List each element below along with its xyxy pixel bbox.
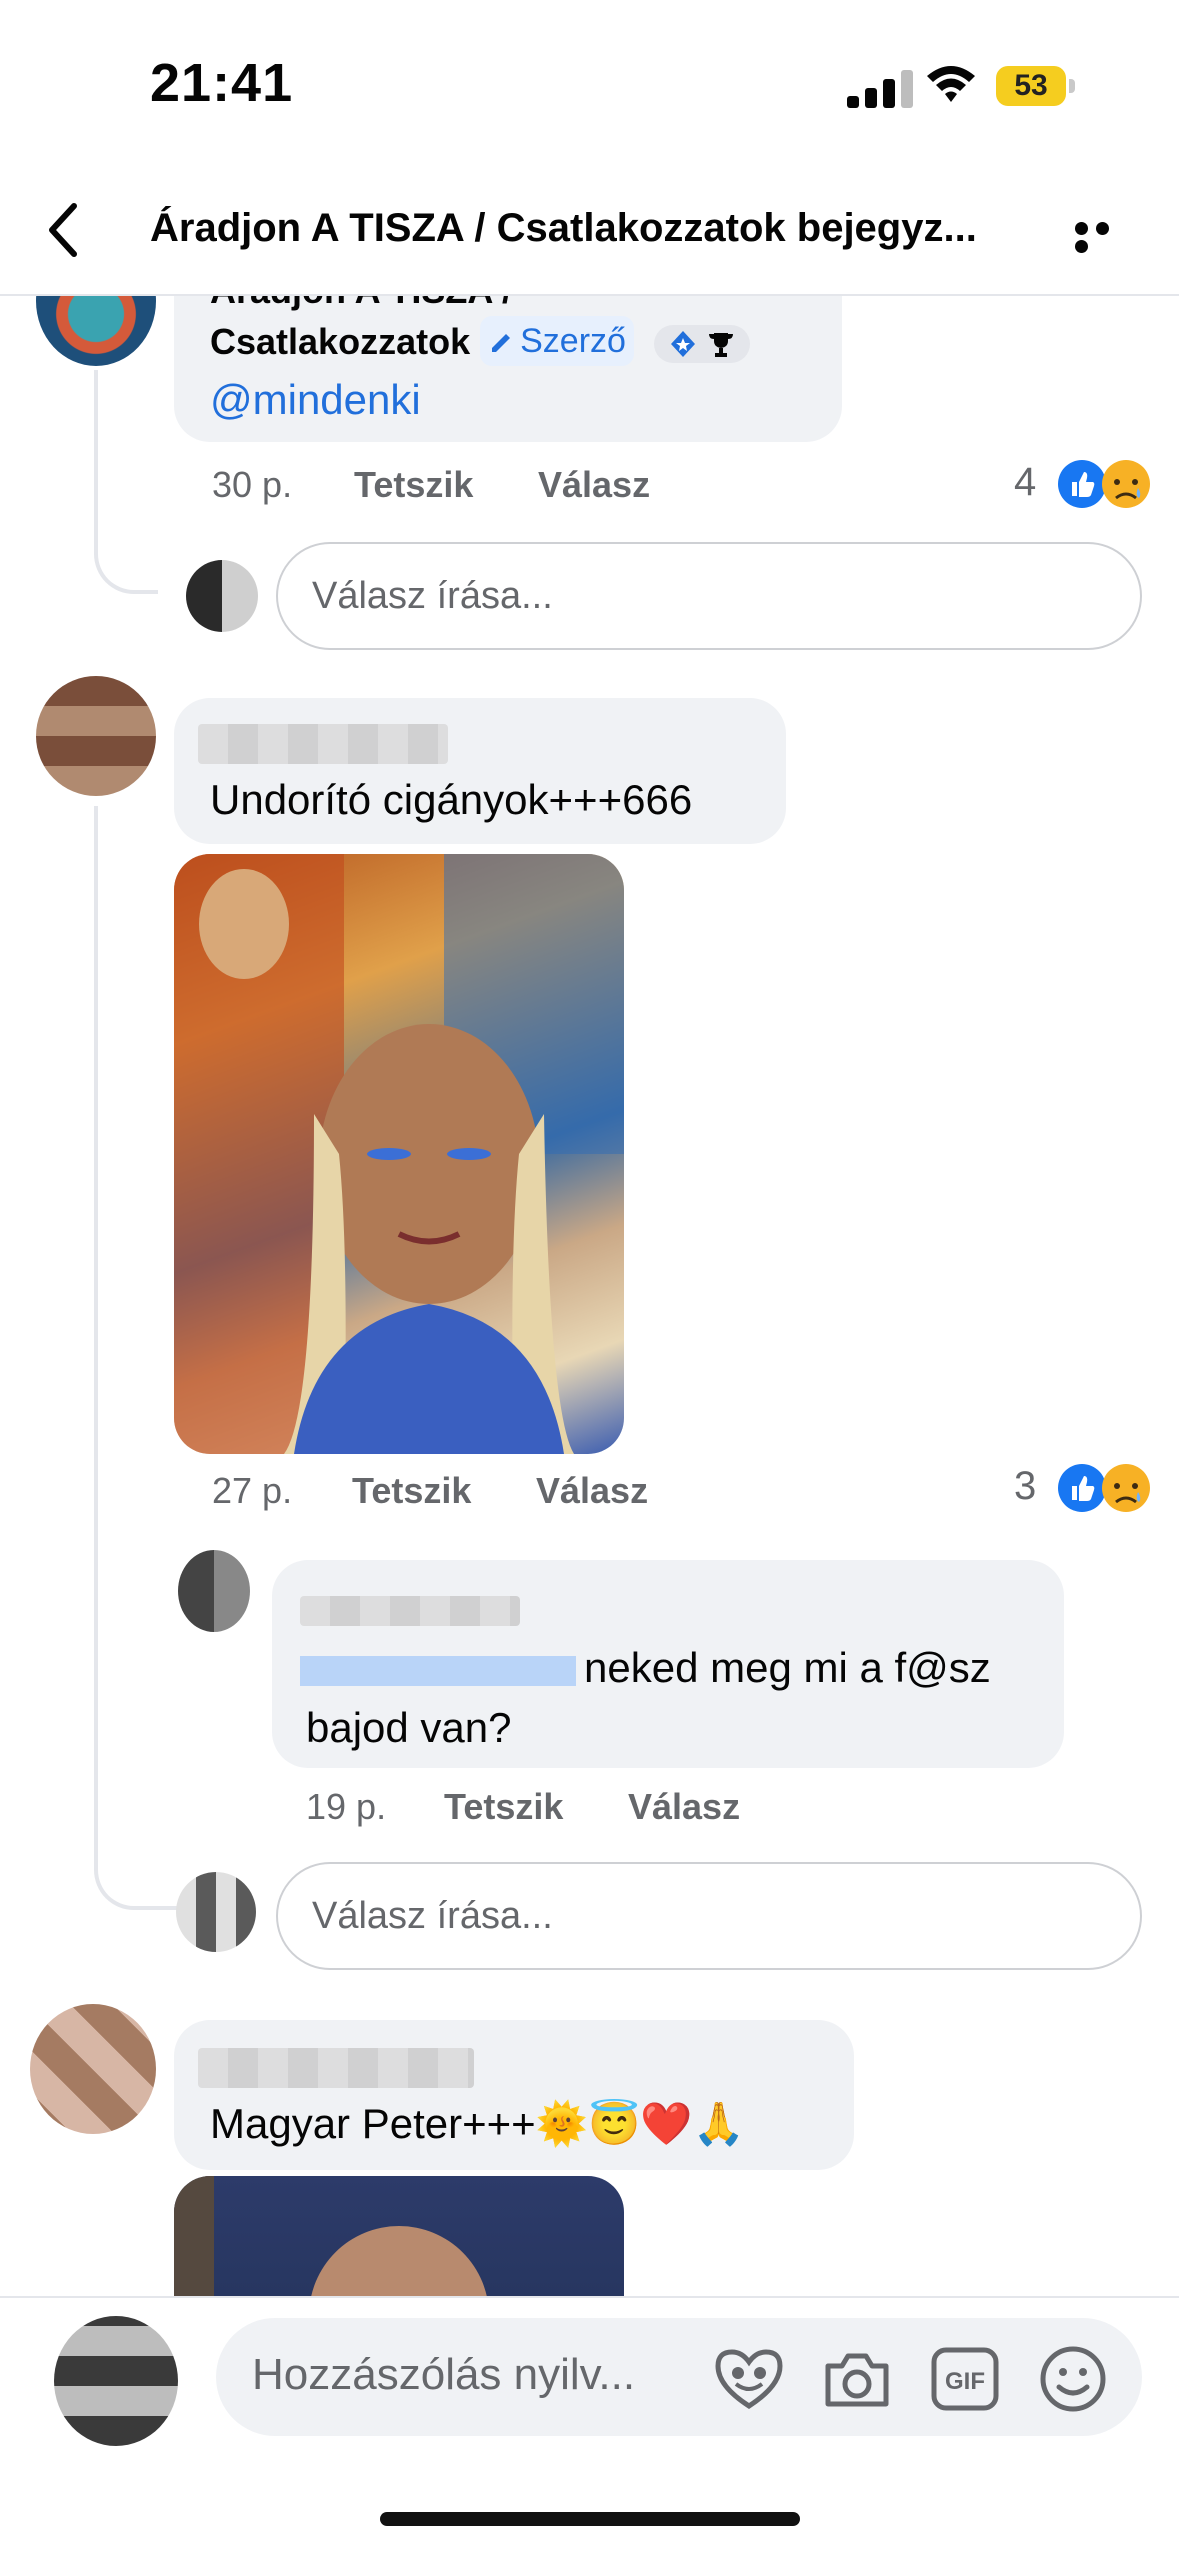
reply-text: neked meg mi a f@sz	[300, 1638, 991, 1698]
reply-input[interactable]: Válasz írása...	[276, 1862, 1142, 1970]
comments-list: Áradjon A TISZA / Csatlakozzatok Szerző …	[0, 296, 1179, 2296]
mention-link[interactable]	[300, 1655, 576, 1686]
reply-button[interactable]: Válasz	[628, 1786, 740, 1828]
reaction-count[interactable]: 3	[1014, 1464, 1036, 1509]
comment-image[interactable]	[174, 2176, 624, 2296]
more-icon[interactable]	[1075, 222, 1137, 253]
reply-bubble[interactable]: neked meg mi a f@sz bajod van?	[272, 1560, 1064, 1768]
avatar[interactable]	[30, 2004, 156, 2134]
reply-time: 19 p.	[306, 1786, 387, 1827]
emoji-icon[interactable]	[1038, 2344, 1108, 2414]
star-badge-icon	[670, 331, 695, 358]
gif-icon[interactable]: GIF	[930, 2346, 1000, 2412]
page-title: Áradjon A TISZA / Csatlakozzatok bejegyz…	[150, 206, 977, 250]
svg-text:GIF: GIF	[945, 2368, 985, 2395]
comment-bubble[interactable]: Undorító cigányok+++666	[174, 698, 786, 844]
status-time: 21:41	[150, 53, 294, 113]
my-avatar	[54, 2316, 178, 2446]
mention-link[interactable]: @mindenki	[210, 370, 421, 430]
comment-bubble[interactable]: Áradjon A TISZA / Csatlakozzatok Szerző …	[174, 296, 842, 442]
reply-input[interactable]: Válasz írása...	[276, 542, 1142, 650]
comment-bubble[interactable]: Magyar Peter+++🌞😇❤️🙏	[174, 2020, 854, 2170]
like-button[interactable]: Tetszik	[354, 464, 473, 506]
comment-time: 30 p.	[212, 464, 293, 505]
avatar-frame-icon[interactable]	[712, 2346, 786, 2410]
reply-author[interactable]	[300, 1596, 520, 1626]
comment-author[interactable]	[198, 2048, 474, 2088]
comment-time: 27 p.	[212, 1470, 293, 1511]
comment-text: Undorító cigányok+++666	[210, 776, 693, 823]
trophy-icon	[708, 333, 733, 358]
home-indicator	[380, 2512, 800, 2526]
reply-button[interactable]: Válasz	[538, 464, 650, 506]
sad-icon	[1102, 1464, 1150, 1512]
thread-line	[94, 806, 178, 1910]
camera-icon[interactable]	[822, 2350, 892, 2410]
avatar[interactable]	[36, 676, 156, 796]
pencil-icon	[492, 334, 511, 352]
wifi-icon	[927, 66, 975, 102]
comment-author[interactable]: Áradjon A TISZA /	[210, 296, 512, 316]
battery-level: 53	[996, 66, 1066, 106]
back-icon[interactable]	[44, 200, 84, 260]
photo-content	[174, 2176, 487, 2296]
comment-input-placeholder[interactable]: Hozzászólás nyilv...	[252, 2350, 635, 2400]
reply-text-line2: bajod van?	[306, 1704, 512, 1751]
avatar[interactable]	[178, 1550, 250, 1632]
thread-line	[94, 370, 158, 594]
photo-content	[174, 854, 624, 1454]
reaction-icons[interactable]	[1056, 456, 1156, 512]
sad-icon	[1102, 460, 1150, 508]
comment-image[interactable]	[174, 854, 624, 1454]
like-button[interactable]: Tetszik	[444, 1786, 563, 1828]
reaction-icons[interactable]	[1056, 1460, 1156, 1516]
reaction-count[interactable]: 4	[1014, 460, 1036, 505]
comment-author-line2[interactable]: Csatlakozzatok Szerző	[210, 316, 750, 367]
my-avatar	[186, 560, 258, 632]
battery-icon: 53	[996, 66, 1076, 106]
avatar[interactable]	[36, 296, 156, 366]
reply-button[interactable]: Válasz	[536, 1470, 648, 1512]
signal-icon	[847, 70, 913, 108]
my-avatar	[176, 1872, 256, 1952]
like-button[interactable]: Tetszik	[352, 1470, 471, 1512]
badge-icons	[653, 325, 750, 364]
author-badge: Szerző	[480, 316, 634, 366]
comment-text: Magyar Peter+++🌞😇❤️🙏	[210, 2100, 745, 2147]
comment-author[interactable]	[198, 724, 448, 764]
